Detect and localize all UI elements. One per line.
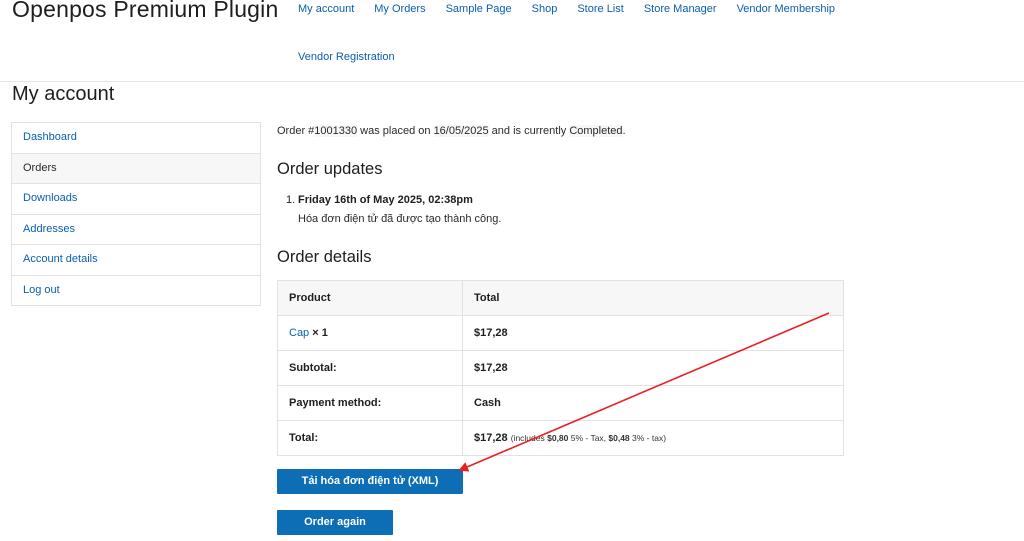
order-intro-mid2: and is currently (488, 125, 570, 137)
order-update-date: Friday 16th of May 2025, 02:38pm (298, 194, 473, 206)
account-nav-addresses[interactable]: Addresses (12, 215, 260, 245)
order-intro-end: . (622, 125, 626, 137)
subtotal-label: Subtotal: (278, 351, 463, 385)
account-nav-log-out[interactable]: Log out (12, 276, 260, 306)
table-header-row: Product Total (278, 281, 843, 316)
account-nav-orders[interactable]: Orders (12, 153, 260, 184)
tax2-label: 3% - tax) (629, 433, 667, 443)
nav-link-vendor-registration[interactable]: Vendor Registration (298, 51, 395, 63)
order-intro-mid: was placed on (357, 125, 434, 137)
column-header-product: Product (278, 281, 463, 315)
table-row-payment-method: Payment method: Cash (278, 386, 843, 421)
account-nav-downloads[interactable]: Downloads (12, 184, 260, 215)
nav-link-sample-page[interactable]: Sample Page (446, 3, 512, 15)
account-nav-account-details[interactable]: Account details (12, 245, 260, 276)
tax1-amount: $0,80 (547, 433, 569, 443)
product-link[interactable]: Cap (289, 327, 309, 339)
order-number: 1001330 (314, 125, 358, 137)
nav-link-shop[interactable]: Shop (532, 3, 558, 15)
download-xml-invoice-button[interactable]: Tải hóa đơn điện tử (XML) (277, 469, 463, 494)
account-nav-dashboard[interactable]: Dashboard (12, 123, 260, 154)
order-intro-prefix: Order # (277, 125, 315, 137)
tax1-label: 5% - Tax, (568, 433, 609, 443)
table-row-product: Cap × 1 $17,28 (278, 316, 843, 351)
site-title[interactable]: Openpos Premium Plugin (12, 0, 278, 23)
product-cell: Cap × 1 (278, 316, 463, 350)
table-row-subtotal: Subtotal: $17,28 (278, 351, 843, 386)
column-header-total: Total (474, 292, 500, 304)
tax2-amount: $0,48 (608, 433, 630, 443)
tax-includes-prefix: (includes (510, 433, 548, 443)
page-title: My account (12, 83, 115, 105)
order-updates-list: 1. Friday 16th of May 2025, 02:38pm Hóa … (286, 194, 502, 225)
nav-row: My account My Orders Sample Page Shop Store … (298, 3, 855, 15)
order-updates-heading: Order updates (277, 160, 383, 178)
subtotal-value: $17,28 (474, 362, 508, 374)
order-details-heading: Order details (277, 248, 372, 266)
product-quantity: × 1 (309, 327, 328, 339)
tax-breakdown: (includes $0,80 5% - Tax, $0,48 3% - tax… (511, 433, 666, 443)
total-label: Total: (278, 421, 463, 455)
order-update-text: Hóa đơn điện tử đã được tạo thành công. (298, 213, 502, 225)
nav-link-my-orders[interactable]: My Orders (374, 3, 425, 15)
table-row-total: Total: $17,28 (includes $0,80 5% - Tax, … (278, 421, 843, 455)
order-summary-text: Order #1001330 was placed on 16/05/2025 … (277, 125, 626, 137)
payment-method-label: Payment method: (278, 386, 463, 420)
nav-link-store-list[interactable]: Store List (577, 3, 623, 15)
nav-link-my-account[interactable]: My account (298, 3, 354, 15)
order-date: 16/05/2025 (433, 125, 489, 137)
header-divider (0, 81, 1024, 82)
total-value-cell: $17,28 (includes $0,80 5% - Tax, $0,48 3… (463, 421, 843, 455)
total-value: $17,28 (474, 432, 508, 444)
account-navigation: Dashboard Orders Downloads Addresses Acc… (11, 122, 261, 306)
payment-method-value: Cash (474, 397, 501, 409)
order-update-item: 1. Friday 16th of May 2025, 02:38pm Hóa … (286, 194, 502, 225)
order-details-table: Product Total Cap × 1 $17,28 Subtotal: $… (277, 280, 844, 456)
order-status: Completed (569, 125, 623, 137)
nav-link-vendor-membership[interactable]: Vendor Membership (737, 3, 835, 15)
order-update-index: 1. (286, 194, 296, 206)
order-again-button[interactable]: Order again (277, 510, 393, 535)
product-total: $17,28 (474, 327, 508, 339)
nav-link-store-manager[interactable]: Store Manager (644, 3, 717, 15)
